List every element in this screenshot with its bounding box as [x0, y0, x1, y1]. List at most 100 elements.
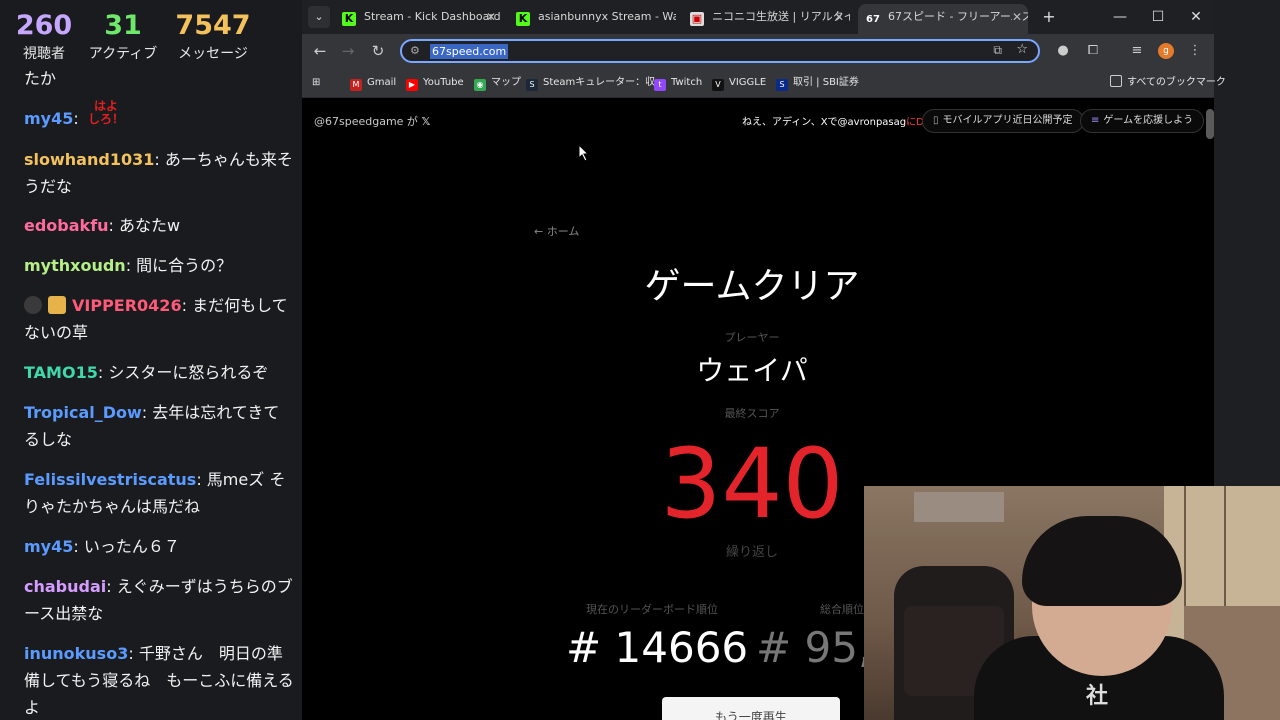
wall-posters: [914, 492, 1004, 522]
viewers-stat: 260 視聴者: [12, 8, 76, 64]
repeat-label: 繰り返し: [725, 545, 778, 560]
steam-icon: S: [526, 79, 538, 91]
bookmarks-bar: ⊞ M Gmail ▶ YouTube ◉ マップ S Steamキュレーター：収...…: [302, 68, 1226, 98]
tab-search-button[interactable]: ⌄: [308, 6, 330, 28]
chat-username[interactable]: mythxoudn: [24, 256, 126, 275]
current-rank-label: 現在のリーダーボード順位: [586, 603, 718, 616]
chat-username[interactable]: edobakfu: [24, 216, 109, 235]
close-icon[interactable]: ✕: [486, 4, 496, 30]
forward-arrow-icon[interactable]: →: [338, 41, 358, 61]
chat-message-text: シスターに怒られるぞ: [108, 363, 269, 382]
menu-dots-icon[interactable]: ⋮: [1186, 42, 1204, 60]
profile-avatar[interactable]: g: [1158, 43, 1174, 59]
twitch-icon: t: [654, 79, 666, 91]
player-name: ウェイパ: [696, 354, 808, 387]
messages-label: メッセージ: [178, 46, 248, 62]
chat-message-text: 間に合うの？: [136, 256, 233, 275]
folder-icon: [1110, 75, 1122, 87]
niconico-icon: ▣: [690, 12, 704, 26]
x-logo-icon: 𝕏: [421, 115, 431, 128]
chat-message: inunokuso3: 千野さん 明日の準備してもう寝るね もーこふに備えるよ: [24, 644, 294, 717]
maximize-icon[interactable]: ☐: [1148, 6, 1168, 28]
chat-username[interactable]: slowhand1031: [24, 150, 154, 169]
tab-title: 67スピード - フリーアームスピード: [888, 10, 1028, 23]
chat-message-text: いったん６７: [83, 537, 180, 556]
x-handle-link[interactable]: @67speedgame が 𝕏: [314, 113, 430, 129]
extension-icon[interactable]: ●: [1054, 42, 1072, 60]
bookmark-youtube[interactable]: ▶ YouTube: [406, 75, 464, 91]
replay-button[interactable]: もう一度再生: [662, 697, 840, 720]
tab-title: asianbunnyx Stream - Wat: [538, 10, 676, 23]
apps-grid-icon[interactable]: ⊞: [312, 75, 320, 91]
chat-username[interactable]: Tropical_Dow: [24, 403, 142, 422]
chat-username[interactable]: VIPPER0426: [72, 296, 182, 315]
bookmark-sbi[interactable]: S 取引 | SBI証券: [776, 75, 859, 91]
sticker-emote: はよ しろ！: [88, 99, 125, 126]
chat-username[interactable]: my45: [24, 109, 73, 128]
new-tab-button[interactable]: +: [1038, 6, 1060, 28]
mouse-cursor-icon: [578, 144, 590, 162]
current-rank: # 14666: [566, 623, 749, 672]
close-icon[interactable]: ✕: [1011, 4, 1022, 30]
gift-badge-icon: [48, 296, 66, 314]
site-info-icon[interactable]: ⚙: [410, 44, 420, 57]
gmail-icon: M: [350, 79, 362, 91]
translate-icon[interactable]: ⧉: [993, 43, 1002, 58]
chat-username[interactable]: inunokuso3: [24, 644, 128, 663]
address-bar[interactable]: ⚙ 67speed.com ⧉ ☆: [400, 39, 1040, 63]
bookmark-steam[interactable]: S Steamキュレーター：収...: [526, 75, 665, 91]
tab-67speed[interactable]: 67 67スピード - フリーアームスピード ✕: [858, 4, 1028, 34]
tab-bar: ⌄ K Stream - Kick Dashboard ✕ Kasianbunny…: [302, 0, 1214, 34]
chat-panel: 260 視聴者 31 アクティブ 7547 メッセージ たか my45: はよ …: [0, 0, 302, 720]
reload-icon[interactable]: ↻: [368, 41, 388, 61]
shirt-print: 社: [1086, 684, 1109, 709]
bookmark-star-icon[interactable]: ☆: [1016, 42, 1028, 57]
all-bookmarks-folder[interactable]: すべてのブックマーク: [1110, 75, 1226, 91]
total-rank: # 95,: [756, 623, 872, 672]
chat-username[interactable]: Felissilvestriscatus: [24, 470, 196, 489]
window-close-icon[interactable]: ✕: [1186, 6, 1206, 28]
viggle-icon: V: [712, 79, 724, 91]
chat-message: Tropical_Dow: 去年は忘れてきてるしな: [24, 403, 280, 449]
minimize-icon[interactable]: —: [1110, 6, 1130, 28]
final-score: 340: [660, 428, 844, 540]
tab-kick-dashboard[interactable]: K Stream - Kick Dashboard ✕: [336, 4, 502, 30]
browser-toolbar: ← → ↻ ⚙ 67speed.com ⧉ ☆ ● ⧠ ≡ g ⋮: [302, 34, 1214, 68]
page-scrollbar[interactable]: [1206, 109, 1214, 139]
media-control-icon[interactable]: ≡: [1128, 42, 1146, 60]
tab-asianbunnyx[interactable]: Kasianbunnyx Stream - Wat: [510, 4, 676, 30]
active-label: アクティブ: [88, 46, 158, 62]
final-score-label: 最終スコア: [724, 407, 780, 420]
bookmark-gmail[interactable]: M Gmail: [350, 75, 396, 91]
back-arrow-icon[interactable]: ←: [310, 41, 330, 61]
67-icon: 67: [866, 14, 880, 25]
chat-message: my45: いったん６７: [24, 537, 180, 556]
close-icon[interactable]: ✕: [834, 4, 844, 30]
tab-title: Stream - Kick Dashboard: [364, 10, 501, 23]
bookmark-twitch[interactable]: t Twitch: [654, 75, 702, 91]
mobile-app-pill[interactable]: ▯ モバイルアプリ近日公開予定: [922, 109, 1084, 133]
sbi-icon: S: [776, 79, 788, 91]
total-rank-label: 総合順位: [820, 603, 864, 616]
chat-username[interactable]: chabudai: [24, 577, 106, 596]
url-text[interactable]: 67speed.com: [430, 44, 509, 59]
chat-message: Felissilvestriscatus: 馬meズ そりゃたかちゃんは馬だね: [24, 470, 286, 516]
bookmark-maps[interactable]: ◉ マップ: [474, 75, 521, 91]
chat-message: my45:: [24, 109, 79, 128]
bookmark-viggle[interactable]: V VIGGLE: [712, 75, 766, 91]
phone-icon: ▯: [933, 115, 939, 126]
chat-message: たか: [24, 65, 294, 92]
dm-notice: ねえ、アディン、Xで@avronpasagにDMして: [742, 117, 952, 128]
tab-niconico[interactable]: ▣ ニコニコ生放送 | リアルタイム ✕: [684, 4, 850, 30]
chat-username[interactable]: TAMO15: [24, 363, 98, 382]
chat-message-text: あなたw: [119, 216, 181, 235]
active-stat: 31 アクティブ: [84, 8, 162, 64]
support-game-pill[interactable]: ≡ ゲームを応援しよう: [1080, 109, 1205, 133]
extensions-puzzle-icon[interactable]: ⧠: [1084, 42, 1102, 60]
chat-username[interactable]: my45: [24, 537, 73, 556]
kick-icon: K: [516, 12, 530, 26]
active-count: 31: [104, 10, 142, 41]
chat-stats: 260 視聴者 31 アクティブ 7547 メッセージ: [0, 8, 302, 68]
home-link[interactable]: ← ホーム: [534, 223, 579, 239]
webcam-overlay: 社: [864, 486, 1280, 720]
